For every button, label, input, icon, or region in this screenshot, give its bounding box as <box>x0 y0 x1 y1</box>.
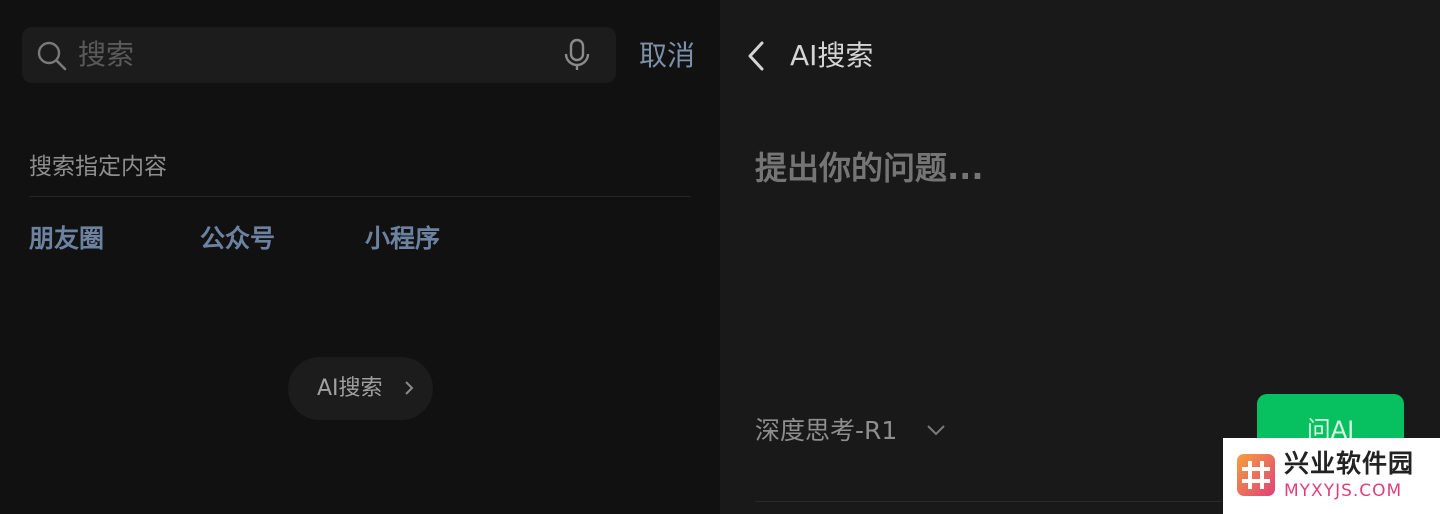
watermark-domain: MYXYJS.COM <box>1284 481 1403 501</box>
section-title: 搜索指定内容 <box>29 154 167 180</box>
divider <box>29 196 691 197</box>
mic-icon[interactable] <box>562 38 592 72</box>
back-icon[interactable] <box>745 38 767 74</box>
chevron-right-icon <box>405 381 414 395</box>
ai-search-label: AI搜索 <box>317 376 383 401</box>
ai-search-panel: AI搜索 深度思考-R1 问AI <box>720 0 1440 514</box>
search-icon <box>37 41 67 71</box>
search-bar[interactable]: 搜索 <box>22 27 616 83</box>
ai-search-button[interactable]: AI搜索 <box>288 357 433 420</box>
category-official-accounts[interactable]: 公众号 <box>200 223 275 255</box>
watermark-logo-icon <box>1237 454 1275 496</box>
search-input[interactable]: 搜索 <box>78 38 134 72</box>
watermark-name: 兴业软件园 <box>1284 449 1415 478</box>
search-panel: 搜索 取消 搜索指定内容 朋友圈 公众号 小程序 AI搜索 <box>0 0 720 514</box>
cancel-button[interactable]: 取消 <box>639 38 695 74</box>
page-title: AI搜索 <box>790 39 874 72</box>
chevron-down-icon <box>927 425 945 436</box>
category-moments[interactable]: 朋友圈 <box>29 223 104 255</box>
watermark: 兴业软件园 MYXYJS.COM <box>1223 438 1440 514</box>
question-input[interactable] <box>755 147 1395 189</box>
model-label: 深度思考-R1 <box>755 416 898 445</box>
category-mini-programs[interactable]: 小程序 <box>365 223 440 255</box>
